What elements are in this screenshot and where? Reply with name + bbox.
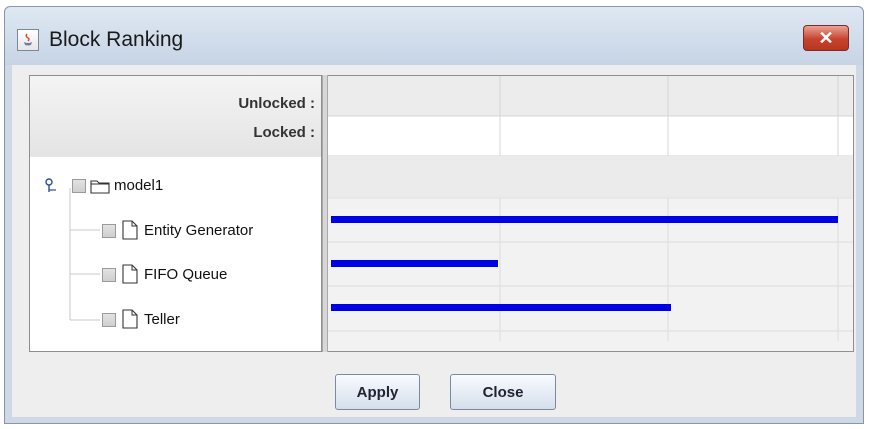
tree-node-label: model1 xyxy=(114,177,164,194)
document-icon xyxy=(122,220,138,240)
tree-node-label: Entity Generator xyxy=(144,222,254,239)
close-window-button[interactable]: ✕ xyxy=(803,25,849,51)
teller-rank-bar xyxy=(331,304,671,311)
tree-node-model1[interactable]: model1 xyxy=(30,164,321,208)
java-app-icon xyxy=(17,29,39,51)
model1-checkbox[interactable] xyxy=(72,179,86,193)
title-bar[interactable]: Block Ranking ✕ xyxy=(5,7,863,65)
close-icon: ✕ xyxy=(818,28,834,48)
tree-handle-icon[interactable] xyxy=(44,178,58,194)
teller-checkbox[interactable] xyxy=(102,313,116,327)
tree-node-teller[interactable]: Teller xyxy=(30,298,321,342)
ranking-chart-panel xyxy=(328,75,854,352)
document-icon xyxy=(122,309,138,329)
fifo-queue-rank-bar xyxy=(331,260,498,267)
document-icon xyxy=(122,264,138,284)
close-button[interactable]: Close xyxy=(450,374,556,410)
window-title: Block Ranking xyxy=(49,28,184,51)
tree-node-label: FIFO Queue xyxy=(144,266,228,283)
block-ranking-dialog: Block Ranking ✕ Unlocked : Locked : mode… xyxy=(4,6,864,424)
block-tree-panel[interactable]: Unlocked : Locked : model1 Entity Genera… xyxy=(29,75,322,352)
tree-node-entity-generator[interactable]: Entity Generator xyxy=(30,209,321,253)
folder-icon xyxy=(90,180,110,194)
fifo-queue-checkbox[interactable] xyxy=(102,268,116,282)
entity-generator-rank-bar xyxy=(331,216,838,223)
tree-node-label: Teller xyxy=(144,311,180,328)
dialog-content: Unlocked : Locked : model1 Entity Genera… xyxy=(12,65,856,417)
entity-generator-checkbox[interactable] xyxy=(102,224,116,238)
tree-node-fifo-queue[interactable]: FIFO Queue xyxy=(30,253,321,297)
apply-button[interactable]: Apply xyxy=(335,374,420,410)
ranking-chart xyxy=(328,76,853,341)
